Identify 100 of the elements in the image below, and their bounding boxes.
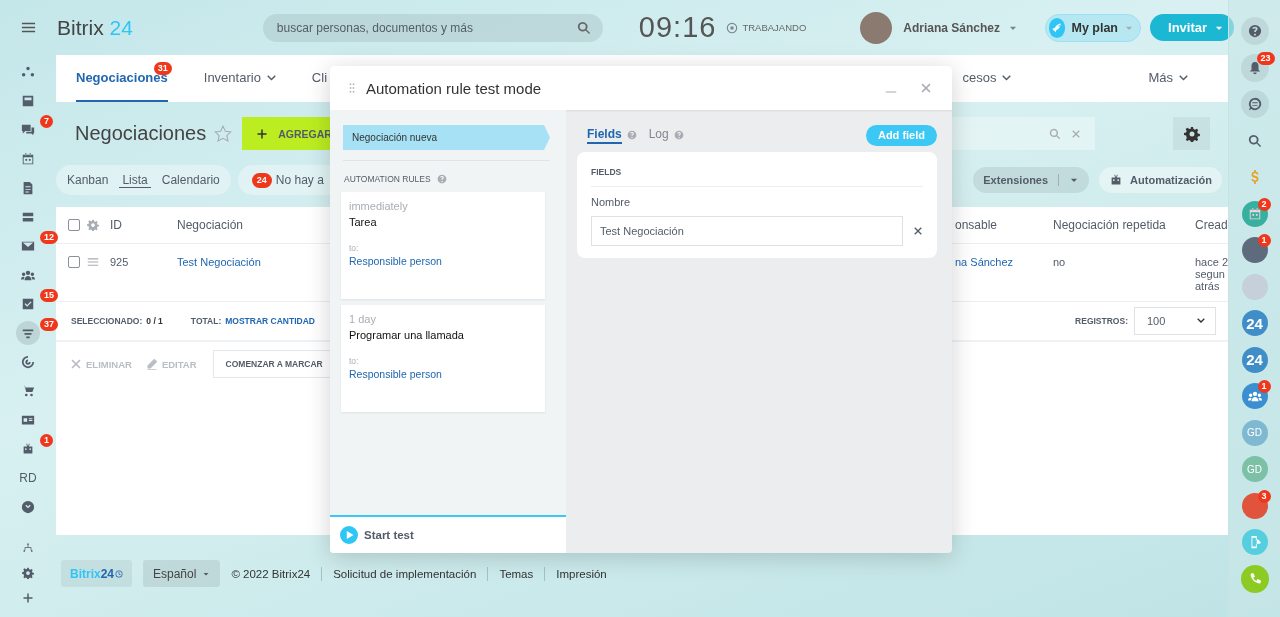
calendar-button[interactable] <box>1241 200 1268 227</box>
logo[interactable]: Bitrix 24 <box>57 15 133 40</box>
column-header[interactable]: Negociación repetida <box>1053 218 1195 232</box>
nav-tab[interactable]: Más <box>1148 55 1188 102</box>
calendar-icon <box>1247 206 1262 221</box>
menu-icon[interactable] <box>20 20 36 35</box>
plan-button[interactable]: My plan <box>1045 13 1141 42</box>
app-button[interactable]: 24 <box>1241 346 1268 373</box>
nav-tab[interactable]: cesos <box>962 55 1012 102</box>
calendar-icon <box>21 151 35 166</box>
sidebar-item[interactable]: RD <box>16 465 40 490</box>
play-icon <box>340 526 358 544</box>
badge: 1 <box>40 434 53 447</box>
people-icon <box>1247 389 1262 404</box>
assignee-link[interactable]: Responsible person <box>349 368 537 380</box>
rule-delay: immediately <box>349 200 409 212</box>
tab[interactable]: Log <box>648 126 669 144</box>
plus-icon <box>256 127 269 140</box>
dots-icon <box>21 64 35 79</box>
chat-bubble-button[interactable] <box>1240 90 1269 119</box>
view-tab[interactable]: Calendario <box>158 173 223 187</box>
responsible-link[interactable]: na Sánchez <box>955 256 1014 268</box>
records-select[interactable]: 100 <box>1134 307 1216 335</box>
automation-button[interactable]: Automatización <box>1099 167 1222 193</box>
settings-icon[interactable] <box>22 566 34 579</box>
selected-count: 0 / 1 <box>146 316 163 326</box>
search-icon <box>576 20 591 35</box>
footer-link[interactable]: Temas <box>499 567 534 580</box>
badge: 31 <box>153 62 172 75</box>
nav-tab[interactable]: Inventario <box>203 55 276 102</box>
rule-to-label: to: <box>349 356 360 366</box>
column-header[interactable]: Cread <box>1195 218 1228 232</box>
dialog-title: Automation rule test mode <box>366 79 542 97</box>
badge: 15 <box>40 289 58 302</box>
search-icon <box>1049 127 1061 140</box>
badge: 37 <box>40 318 58 331</box>
star-icon[interactable] <box>214 124 233 143</box>
sidebar-item[interactable] <box>16 320 40 345</box>
sitemap-icon[interactable] <box>22 541 34 554</box>
table-cell: hace 2 segun atrás <box>1195 256 1229 292</box>
stage-label: Negociación nueva <box>343 125 550 150</box>
footer-link[interactable]: Solicitud de implementación <box>333 567 477 580</box>
rule-card[interactable]: 1 day Programar una llamada to: Responsible person <box>341 305 545 412</box>
input-field[interactable]: Test Negociación <box>591 216 903 246</box>
language-select[interactable]: Español <box>143 560 221 587</box>
table-cell-text: 925 <box>110 256 130 268</box>
checkbox[interactable] <box>68 219 80 231</box>
plus-icon[interactable] <box>22 591 34 604</box>
close-icon[interactable] <box>913 226 923 236</box>
chat-bubble-icon <box>1247 97 1262 112</box>
app-button[interactable]: 24 <box>1241 310 1268 337</box>
assignee-link[interactable]: Responsible person <box>349 255 537 267</box>
rule-delay: 1 day <box>349 313 377 325</box>
selected-label: SELECCIONADO: <box>71 316 143 326</box>
table-cell-text: no <box>1053 256 1067 268</box>
settings-button[interactable] <box>1173 117 1210 150</box>
close-icon <box>70 358 82 370</box>
total-label: TOTAL: <box>190 316 222 326</box>
badge: 24 <box>251 172 272 188</box>
page-title: Negociaciones <box>75 122 207 145</box>
footer-link[interactable]: Impresión <box>556 567 607 580</box>
show-count-link[interactable]: MOSTRAR CANTIDAD <box>225 316 315 326</box>
avatar[interactable] <box>1241 492 1268 519</box>
extensions-button[interactable]: Extensiones <box>973 167 1090 193</box>
task-icon <box>21 296 35 311</box>
view-tab[interactable]: Lista <box>119 172 151 188</box>
view-tab[interactable]: Kanban <box>64 173 112 187</box>
help-icon <box>1247 24 1262 39</box>
column-header[interactable]: ID <box>110 218 177 232</box>
help-button[interactable] <box>1240 17 1269 46</box>
clock-icon <box>115 569 123 578</box>
nav-tab[interactable]: Negociaciones 31 <box>76 55 168 102</box>
start-test-button[interactable]: Start test <box>330 515 566 553</box>
section-heading: AUTOMATION RULES <box>344 174 431 184</box>
badge: 12 <box>40 231 58 244</box>
avatar[interactable] <box>860 11 893 44</box>
rule-name: Programar una llamada <box>349 329 465 341</box>
badge: 3 <box>1257 489 1271 503</box>
newspaper-icon <box>21 93 35 108</box>
deal-link[interactable]: Test Negociación <box>177 256 261 268</box>
tab[interactable]: Fields <box>587 126 622 144</box>
pencil-icon <box>145 358 158 370</box>
column-header[interactable]: onsable <box>955 218 1053 232</box>
bell-icon <box>1247 60 1262 75</box>
work-status[interactable]: TRABAJANDO <box>742 22 807 33</box>
nav-tab[interactable]: Cli <box>311 55 328 102</box>
counter-text: No hay a <box>275 173 324 187</box>
rule-card[interactable]: immediately Tarea to: Responsible person <box>341 192 545 299</box>
badge: 23 <box>1256 51 1275 65</box>
settings-icon <box>1183 125 1200 142</box>
avatar[interactable] <box>1241 237 1268 264</box>
rule-name: Tarea <box>349 216 378 228</box>
checkbox[interactable] <box>68 256 80 268</box>
clock: 09:16 <box>638 11 717 44</box>
user-name[interactable]: Adriana Sánchez <box>903 20 1000 35</box>
chat-icon <box>21 122 35 137</box>
people-button[interactable] <box>1241 383 1268 410</box>
field-label: Nombre <box>591 196 632 208</box>
stop-icon[interactable] <box>726 21 739 34</box>
logo-button[interactable]: Bitrix24 <box>61 560 132 587</box>
